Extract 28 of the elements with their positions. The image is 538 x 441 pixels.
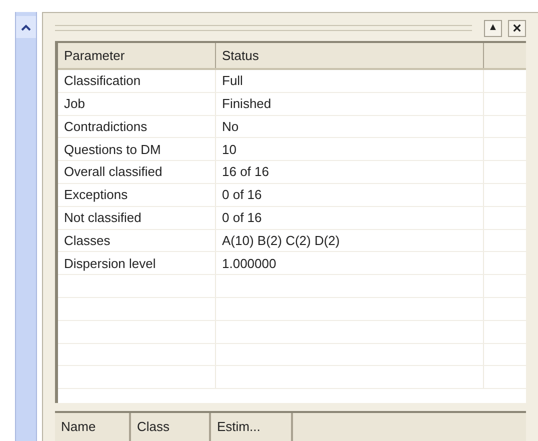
table-cell: 16 of 16 [216,161,484,183]
table-cell: Finished [216,92,484,115]
column-header[interactable]: Estim... [211,413,293,441]
table-cell: Not classified [58,206,216,229]
column-header[interactable]: Name [55,413,131,441]
table-cell: 10 [216,138,484,160]
table-cell: Full [216,70,484,92]
table-cell: Questions to DM [58,138,216,160]
table-cell: No [216,116,484,138]
table-cell: Exceptions [58,184,216,206]
table-cell: A(10) B(2) C(2) D(2) [216,230,484,252]
column-header[interactable]: Class [131,413,211,441]
table-cell: Contradictions [58,116,216,138]
table-cell: Classes [58,230,216,252]
collapse-button[interactable] [16,16,36,38]
table-cell: 1.000000 [216,252,484,274]
table-cell: Overall classified [58,161,216,183]
column-header[interactable]: Parameter [58,43,216,68]
grip-bar[interactable] [55,25,472,31]
chevron-up-icon [21,24,31,30]
table-cell: Classification [58,70,216,92]
table-cell: 0 of 16 [216,184,484,206]
table-cell: Job [58,92,216,115]
up-button[interactable]: ▲ [484,20,502,36]
table-cell: Dispersion level [58,252,216,274]
table-cell: 0 of 16 [216,206,484,229]
close-button[interactable]: × [508,20,526,36]
column-header[interactable]: Status [216,43,484,68]
